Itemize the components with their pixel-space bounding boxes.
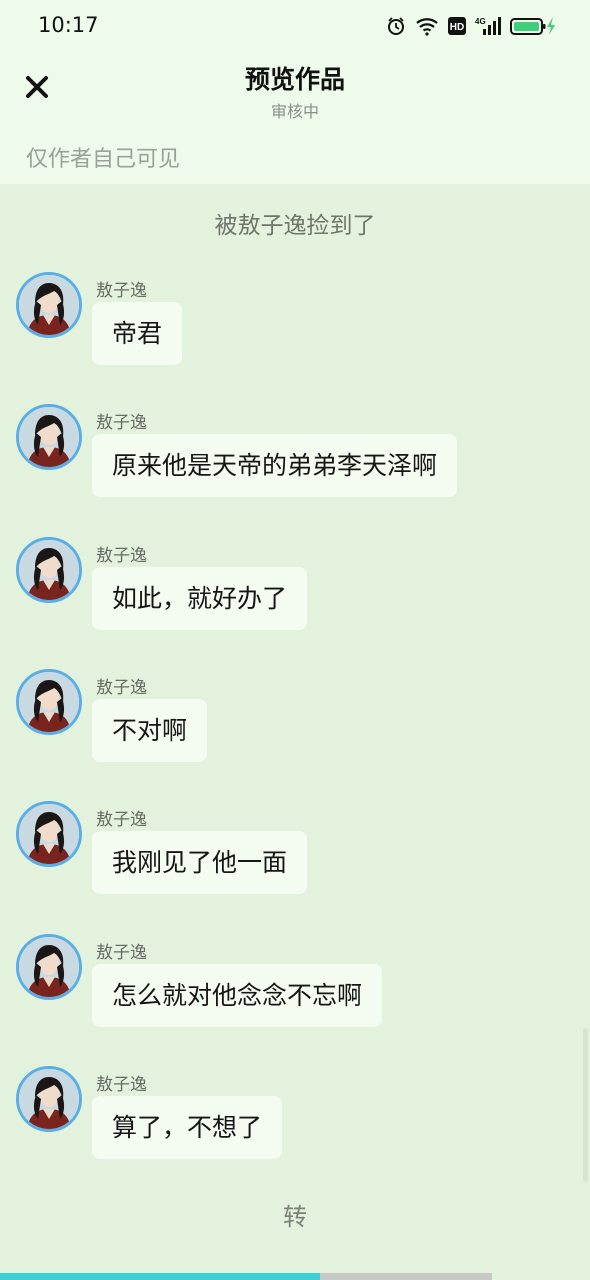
review-status: 审核中: [270, 102, 319, 121]
visibility-note: 仅作者自己可见: [26, 147, 181, 172]
message-item: 敖子逸 怎么就对他念念不忘啊: [16, 934, 576, 1034]
status-icons: HD 4G: [386, 14, 556, 38]
battery-charging-icon: [510, 16, 556, 36]
message-item: 敖子逸 不对啊: [16, 669, 576, 769]
avatar[interactable]: [16, 669, 82, 735]
scrollbar[interactable]: [583, 1028, 588, 1182]
reading-progress-fill: [0, 1273, 320, 1280]
alarm-icon: [386, 16, 406, 36]
message-item: 敖子逸 帝君: [16, 272, 576, 372]
sender-name: 敖子逸: [96, 678, 147, 698]
page-title: 预览作品: [244, 65, 345, 94]
avatar[interactable]: [16, 404, 82, 470]
status-bar: 10:17 HD 4G: [0, 0, 590, 52]
4g-signal-icon: 4G: [475, 16, 501, 36]
sender-name: 敖子逸: [96, 281, 147, 301]
continue-button[interactable]: 转: [0, 1197, 590, 1232]
message-bubble[interactable]: 算了，不想了: [92, 1096, 283, 1159]
message-bubble[interactable]: 如此，就好办了: [92, 567, 308, 630]
avatar[interactable]: [16, 934, 82, 1000]
reading-progress-bar: [0, 1273, 492, 1280]
hd-label: HD: [450, 22, 464, 33]
sender-name: 敖子逸: [96, 810, 147, 830]
sender-name: 敖子逸: [96, 943, 147, 963]
message-bubble[interactable]: 我刚见了他一面: [92, 831, 308, 894]
chapter-title: 被敖子逸捡到了: [214, 213, 376, 239]
hd-icon: HD: [448, 17, 466, 35]
message-item: 敖子逸 我刚见了他一面: [16, 801, 576, 901]
message-bubble[interactable]: 帝君: [92, 302, 183, 365]
avatar[interactable]: [16, 272, 82, 338]
message-item: 敖子逸 原来他是天帝的弟弟李天泽啊: [16, 404, 576, 504]
avatar[interactable]: [16, 801, 82, 867]
avatar[interactable]: [16, 537, 82, 603]
wifi-icon: [415, 16, 439, 36]
sender-name: 敖子逸: [96, 413, 147, 433]
message-bubble[interactable]: 怎么就对他念念不忘啊: [92, 964, 383, 1027]
message-bubble[interactable]: 原来他是天帝的弟弟李天泽啊: [92, 434, 458, 497]
sender-name: 敖子逸: [96, 546, 147, 566]
network-label: 4G: [475, 17, 486, 26]
status-time: 10:17: [38, 13, 99, 37]
message-item: 敖子逸 算了，不想了: [16, 1066, 576, 1166]
avatar[interactable]: [16, 1066, 82, 1132]
message-bubble[interactable]: 不对啊: [92, 699, 208, 762]
message-item: 敖子逸 如此，就好办了: [16, 537, 576, 637]
sender-name: 敖子逸: [96, 1075, 147, 1095]
